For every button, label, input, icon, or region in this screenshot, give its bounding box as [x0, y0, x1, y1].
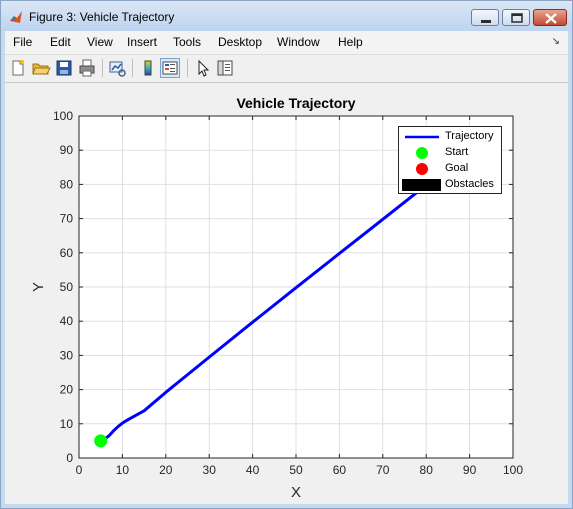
- x-tick-label: 70: [376, 463, 390, 477]
- legend-circle-icon: [416, 147, 428, 159]
- x-tick-label: 60: [333, 463, 347, 477]
- menu-view[interactable]: View: [87, 35, 113, 49]
- save-icon[interactable]: [54, 58, 74, 78]
- y-tick-label: 30: [60, 348, 74, 362]
- legend[interactable]: Trajectory Start Goal Obstacles: [398, 126, 502, 194]
- x-tick-label: 10: [116, 463, 130, 477]
- legend-label: Obstacles: [445, 178, 494, 190]
- insert-legend-button[interactable]: [160, 58, 180, 78]
- property-inspector-icon[interactable]: [215, 58, 235, 78]
- menu-edit[interactable]: Edit: [50, 35, 71, 49]
- insert-colorbar-icon[interactable]: [138, 58, 158, 78]
- close-icon: [545, 13, 557, 24]
- x-tick-label: 80: [420, 463, 434, 477]
- maximize-icon: [511, 13, 523, 23]
- maximize-button[interactable]: [502, 9, 530, 26]
- y-tick-label: 20: [60, 383, 74, 397]
- x-tick-label: 50: [289, 463, 303, 477]
- y-axis-label: Y: [30, 282, 47, 292]
- insert-legend-icon: [162, 61, 178, 75]
- y-tick-label: 10: [60, 417, 74, 431]
- menu-bar: File Edit View Insert Tools Desktop Wind…: [5, 31, 568, 55]
- y-tick-label: 40: [60, 314, 74, 328]
- legend-line-icon: [405, 135, 439, 139]
- close-button[interactable]: [533, 9, 567, 26]
- new-figure-icon[interactable]: [8, 58, 28, 78]
- plot-title: Vehicle Trajectory: [236, 95, 355, 111]
- y-tick-label: 70: [60, 212, 74, 226]
- x-tick-labels: 0 10 20 30 40 50 60 70 80 90 100: [76, 463, 524, 477]
- x-tick-label: 0: [76, 463, 83, 477]
- y-tick-label: 80: [60, 177, 74, 191]
- legend-item-obstacles: Obstacles: [399, 177, 503, 193]
- y-tick-label: 90: [60, 143, 74, 157]
- y-tick-label: 60: [60, 246, 74, 260]
- menu-tools[interactable]: Tools: [173, 35, 201, 49]
- title-bar[interactable]: Figure 3: Vehicle Trajectory: [1, 1, 572, 31]
- y-tick-labels: 0 10 20 30 40 50 60 70 80 90 100: [53, 109, 73, 465]
- menu-insert[interactable]: Insert: [127, 35, 157, 49]
- toolbar-separator: [102, 59, 103, 77]
- x-tick-label: 30: [203, 463, 217, 477]
- x-tick-label: 40: [246, 463, 260, 477]
- open-file-icon[interactable]: [31, 58, 51, 78]
- figure-window: Figure 3: Vehicle Trajectory File Edit V…: [0, 0, 573, 509]
- legend-item-start: Start: [399, 145, 503, 161]
- menu-desktop[interactable]: Desktop: [218, 35, 262, 49]
- window-title: Figure 3: Vehicle Trajectory: [29, 10, 175, 24]
- toolbar-separator: [132, 59, 133, 77]
- legend-label: Goal: [445, 162, 469, 174]
- figure-canvas: 0 10 20 30 40 50 60 70 80 90 100 0 10 20 30 40 50 60 70 80…: [5, 83, 568, 504]
- x-tick-label: 20: [159, 463, 173, 477]
- toolbar: [5, 55, 568, 83]
- x-tick-label: 100: [503, 463, 523, 477]
- link-plot-icon[interactable]: [107, 58, 127, 78]
- legend-label: Trajectory: [445, 130, 494, 142]
- y-tick-label: 50: [60, 280, 74, 294]
- legend-label: Start: [445, 146, 469, 158]
- menu-help[interactable]: Help: [338, 35, 363, 49]
- legend-item-goal: Goal: [399, 161, 503, 177]
- minimize-button[interactable]: [471, 9, 499, 26]
- y-tick-label: 0: [66, 451, 73, 465]
- x-tick-label: 90: [463, 463, 477, 477]
- y-tick-label: 100: [53, 109, 73, 123]
- menu-file[interactable]: File: [13, 35, 32, 49]
- toolbar-separator: [187, 59, 188, 77]
- edit-plot-icon[interactable]: [193, 58, 213, 78]
- legend-box-icon: [402, 179, 441, 191]
- print-icon[interactable]: [77, 58, 97, 78]
- dock-arrow-icon[interactable]: ↘: [552, 36, 560, 47]
- legend-circle-icon: [416, 163, 428, 175]
- x-axis-label: X: [291, 484, 301, 501]
- legend-item-trajectory: Trajectory: [399, 129, 503, 145]
- matlab-app-icon: [10, 11, 22, 23]
- menu-window[interactable]: Window: [277, 35, 320, 49]
- minimize-icon: [481, 20, 491, 23]
- start-marker: [94, 434, 108, 448]
